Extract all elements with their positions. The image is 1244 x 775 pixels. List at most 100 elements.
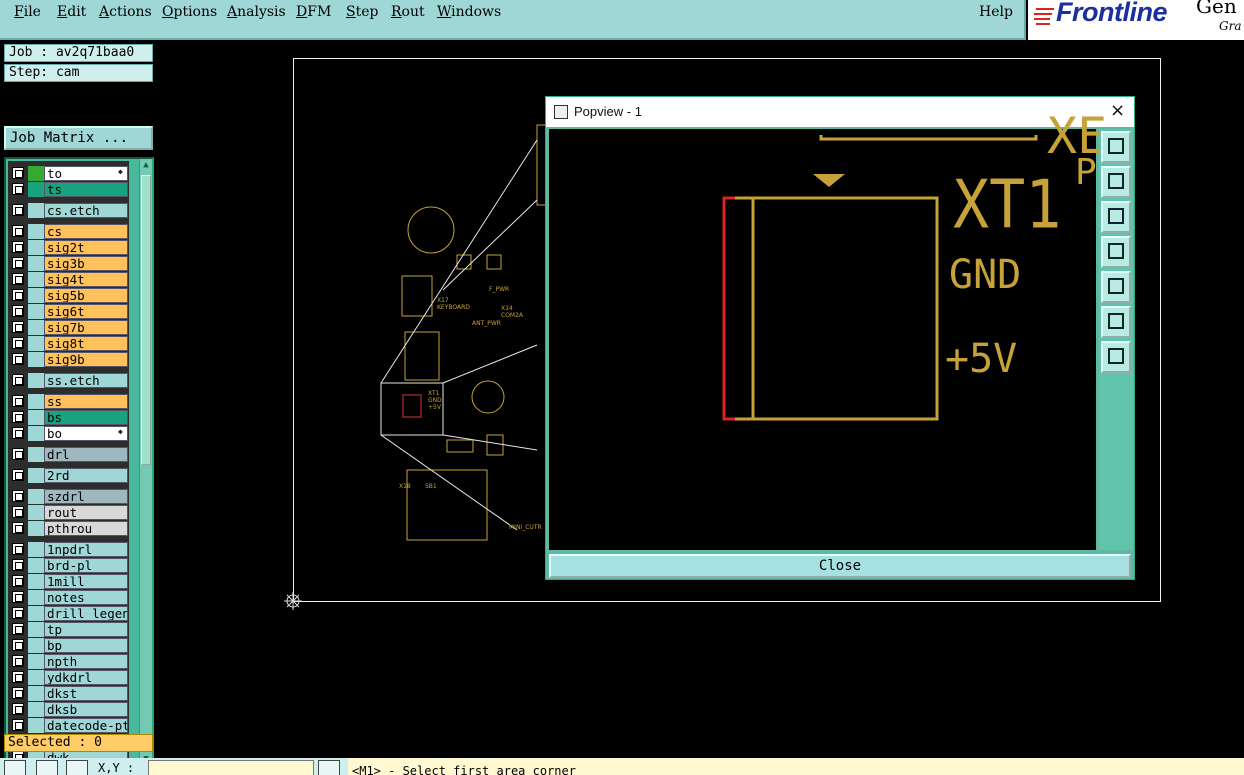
layer-row-ydkdrl[interactable]: ydkdrl xyxy=(10,670,128,685)
close-icon[interactable]: × xyxy=(1110,100,1125,121)
layer-name[interactable]: bo xyxy=(44,426,128,441)
layer-checkbox[interactable] xyxy=(12,257,24,269)
layer-name[interactable]: 2rd xyxy=(44,468,128,483)
layer-name[interactable]: dkst xyxy=(44,686,128,701)
layer-row-bp[interactable]: bp xyxy=(10,638,128,653)
layer-color-swatch[interactable] xyxy=(28,702,44,717)
layer-row-drl[interactable]: drl xyxy=(10,447,128,462)
menu-edit[interactable]: Edit xyxy=(57,4,86,20)
layer-name[interactable]: dksb xyxy=(44,702,128,717)
layer-color-swatch[interactable] xyxy=(28,288,44,303)
layer-name[interactable]: sig5b xyxy=(44,288,128,303)
menu-analysis[interactable]: Analysis xyxy=(227,4,286,20)
layer-checkbox[interactable] xyxy=(12,411,24,423)
layer-scrollbar[interactable]: ▲ ▼ xyxy=(139,159,152,766)
layer-name[interactable]: npth xyxy=(44,654,128,669)
layer-color-swatch[interactable] xyxy=(28,240,44,255)
zoom-in-button[interactable] xyxy=(1101,341,1131,373)
layer-color-swatch[interactable] xyxy=(28,182,44,197)
layer-name[interactable]: sig8t xyxy=(44,336,128,351)
layer-name[interactable]: sig7b xyxy=(44,320,128,335)
layer-color-swatch[interactable] xyxy=(28,447,44,462)
layer-name[interactable]: sig2t xyxy=(44,240,128,255)
layer-checkbox[interactable] xyxy=(12,374,24,386)
layer-color-swatch[interactable] xyxy=(28,320,44,335)
popview-titlebar[interactable]: Popview - 1 × xyxy=(546,97,1134,127)
layer-name[interactable]: bs xyxy=(44,410,128,425)
layer-color-swatch[interactable] xyxy=(28,256,44,271)
xy-input[interactable] xyxy=(148,760,314,775)
layer-checkbox[interactable] xyxy=(12,448,24,460)
layer-name[interactable]: to xyxy=(44,166,128,181)
layer-checkbox[interactable] xyxy=(12,469,24,481)
layer-color-swatch[interactable] xyxy=(28,203,44,218)
layer-row-datecode-pt[interactable]: datecode-pt xyxy=(10,718,128,733)
layer-row-cs[interactable]: cs xyxy=(10,224,128,239)
layer-row-sig4t[interactable]: sig4t xyxy=(10,272,128,287)
layer-color-swatch[interactable] xyxy=(28,373,44,388)
layer-name[interactable]: sig9b xyxy=(44,352,128,367)
menu-file[interactable]: File xyxy=(14,4,41,20)
layer-name[interactable]: pthrou xyxy=(44,521,128,536)
select-tool-icon[interactable] xyxy=(4,760,26,775)
layer-name[interactable]: ydkdrl xyxy=(44,670,128,685)
menu-dfm[interactable]: DFM xyxy=(296,4,331,20)
zoom-fit-button[interactable] xyxy=(1101,131,1131,163)
layer-name[interactable]: drill_legend xyxy=(44,606,128,621)
layer-color-swatch[interactable] xyxy=(28,574,44,589)
layer-row-sig5b[interactable]: sig5b xyxy=(10,288,128,303)
layer-row-ss-etch[interactable]: ss.etch xyxy=(10,373,128,388)
layer-checkbox[interactable] xyxy=(12,655,24,667)
layer-checkbox[interactable] xyxy=(12,204,24,216)
layer-name[interactable]: sig6t xyxy=(44,304,128,319)
layer-row-sig7b[interactable]: sig7b xyxy=(10,320,128,335)
layer-checkbox[interactable] xyxy=(12,719,24,731)
layer-row-bs[interactable]: bs xyxy=(10,410,128,425)
layer-checkbox[interactable] xyxy=(12,591,24,603)
layer-color-swatch[interactable] xyxy=(28,654,44,669)
layer-checkbox[interactable] xyxy=(12,241,24,253)
check-tool-icon[interactable] xyxy=(36,760,58,775)
layer-checkbox[interactable] xyxy=(12,353,24,365)
layer-color-swatch[interactable] xyxy=(28,638,44,653)
menu-rout[interactable]: Rout xyxy=(391,4,425,20)
layer-checkbox[interactable] xyxy=(12,305,24,317)
layer-color-swatch[interactable] xyxy=(28,426,44,441)
layer-color-swatch[interactable] xyxy=(28,272,44,287)
pan-up-button[interactable] xyxy=(1101,166,1131,198)
layer-row-sig8t[interactable]: sig8t xyxy=(10,336,128,351)
layer-row-rout[interactable]: rout xyxy=(10,505,128,520)
layer-checkbox[interactable] xyxy=(12,337,24,349)
layer-color-swatch[interactable] xyxy=(28,352,44,367)
layer-checkbox[interactable] xyxy=(12,543,24,555)
layer-row-szdrl[interactable]: szdrl xyxy=(10,489,128,504)
layer-color-swatch[interactable] xyxy=(28,558,44,573)
layer-checkbox[interactable] xyxy=(12,671,24,683)
layer-name[interactable]: cs.etch xyxy=(44,203,128,218)
layer-checkbox[interactable] xyxy=(12,607,24,619)
layer-checkbox[interactable] xyxy=(12,703,24,715)
layer-row-dksb[interactable]: dksb xyxy=(10,702,128,717)
layer-name[interactable]: cs xyxy=(44,224,128,239)
layer-color-swatch[interactable] xyxy=(28,542,44,557)
layer-name[interactable]: bp xyxy=(44,638,128,653)
layer-checkbox[interactable] xyxy=(12,183,24,195)
layer-checkbox[interactable] xyxy=(12,522,24,534)
layer-color-swatch[interactable] xyxy=(28,718,44,733)
layer-row-ss[interactable]: ss xyxy=(10,394,128,409)
menu-options[interactable]: Options xyxy=(162,4,217,20)
layer-checkbox[interactable] xyxy=(12,321,24,333)
layer-checkbox[interactable] xyxy=(12,559,24,571)
layer-name[interactable]: rout xyxy=(44,505,128,520)
layer-name[interactable]: drl xyxy=(44,447,128,462)
layer-checkbox[interactable] xyxy=(12,395,24,407)
layer-color-swatch[interactable] xyxy=(28,606,44,621)
layer-checkbox[interactable] xyxy=(12,273,24,285)
layer-checkbox[interactable] xyxy=(12,639,24,651)
layer-row-brd-pl[interactable]: brd-pl xyxy=(10,558,128,573)
job-matrix-button[interactable]: Job Matrix ... xyxy=(4,126,153,150)
layer-name[interactable]: ss xyxy=(44,394,128,409)
layer-color-swatch[interactable] xyxy=(28,304,44,319)
layer-row-sig2t[interactable]: sig2t xyxy=(10,240,128,255)
layer-row-notes[interactable]: notes xyxy=(10,590,128,605)
